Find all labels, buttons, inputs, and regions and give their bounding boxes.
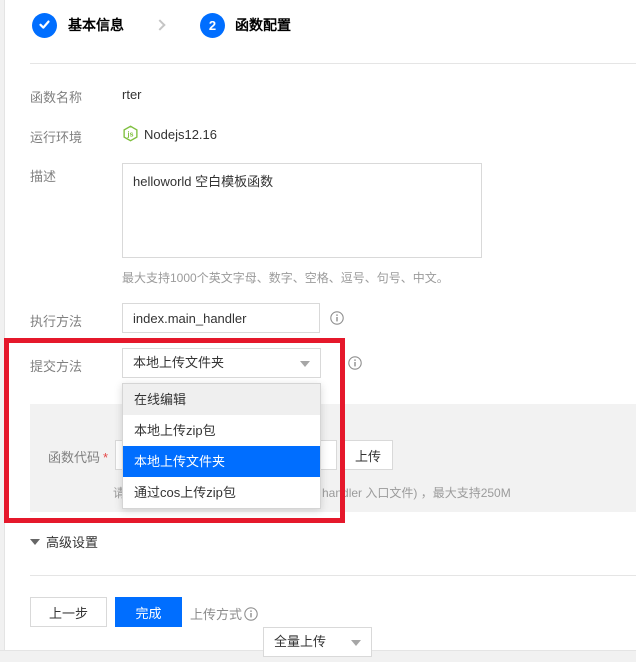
step-2-label: 函数配置 — [235, 13, 291, 38]
required-asterisk: * — [103, 450, 108, 465]
submit-method-value: 本地上传文件夹 — [133, 355, 224, 370]
advanced-settings-toggle[interactable]: 高级设置 — [30, 532, 98, 551]
upload-mode-select[interactable]: 全量上传 — [263, 627, 372, 657]
submit-method-label: 提交方法 — [30, 356, 82, 375]
function-code-panel: 函数代码* 上传 请 handler 入口文件) ，最大支持250M — [30, 404, 636, 512]
step-1-circle — [32, 13, 57, 38]
submit-method-info-icon[interactable] — [348, 356, 362, 370]
upload-mode-value: 全量上传 — [274, 634, 326, 649]
runtime-value: Nodejs12.16 — [144, 127, 217, 142]
submit-method-dropdown-menu: 在线编辑 本地上传zip包 本地上传文件夹 通过cos上传zip包 — [122, 383, 321, 509]
previous-step-button[interactable]: 上一步 — [30, 597, 107, 627]
footer-divider — [30, 575, 636, 576]
finish-button[interactable]: 完成 — [115, 597, 182, 627]
description-textarea[interactable]: helloworld 空白模板函数 — [122, 163, 482, 258]
function-code-label: 函数代码* — [48, 447, 108, 466]
menu-item-local-zip[interactable]: 本地上传zip包 — [123, 415, 320, 446]
runtime-label: 运行环境 — [30, 127, 82, 146]
function-name-value: rter — [122, 87, 142, 102]
menu-item-local-folder[interactable]: 本地上传文件夹 — [123, 446, 320, 477]
upload-button[interactable]: 上传 — [343, 440, 393, 470]
header-divider — [30, 63, 636, 64]
svg-text:js: js — [126, 129, 133, 138]
step-2-circle: 2 — [200, 13, 225, 38]
advanced-settings-label: 高级设置 — [46, 535, 98, 550]
handler-input[interactable] — [122, 303, 320, 333]
handler-info-icon[interactable] — [330, 311, 344, 325]
caret-down-icon — [351, 640, 361, 646]
upload-mode-label: 上传方式 — [190, 604, 258, 623]
description-hint: 最大支持1000个英文字母、数字、空格、逗号、句号、中文。 — [122, 269, 449, 286]
submit-method-select[interactable]: 本地上传文件夹 — [122, 348, 321, 378]
nodejs-icon: js — [122, 125, 139, 142]
function-code-hint-right: handler 入口文件) ，最大支持250M — [322, 484, 511, 501]
step-1[interactable] — [32, 13, 57, 38]
menu-item-online-edit[interactable]: 在线编辑 — [123, 384, 320, 415]
handler-label: 执行方法 — [30, 311, 82, 330]
caret-down-icon — [300, 361, 310, 367]
menu-item-cos-zip[interactable]: 通过cos上传zip包 — [123, 477, 320, 508]
triangle-down-icon — [30, 539, 40, 545]
check-icon — [38, 18, 51, 34]
description-label: 描述 — [30, 166, 56, 185]
function-name-label: 函数名称 — [30, 87, 82, 106]
page-left-gutter — [0, 0, 5, 662]
upload-mode-info-icon[interactable] — [244, 607, 258, 621]
step-2-number: 2 — [209, 18, 216, 33]
chevron-right-icon — [154, 19, 165, 30]
step-1-label[interactable]: 基本信息 — [68, 13, 124, 38]
